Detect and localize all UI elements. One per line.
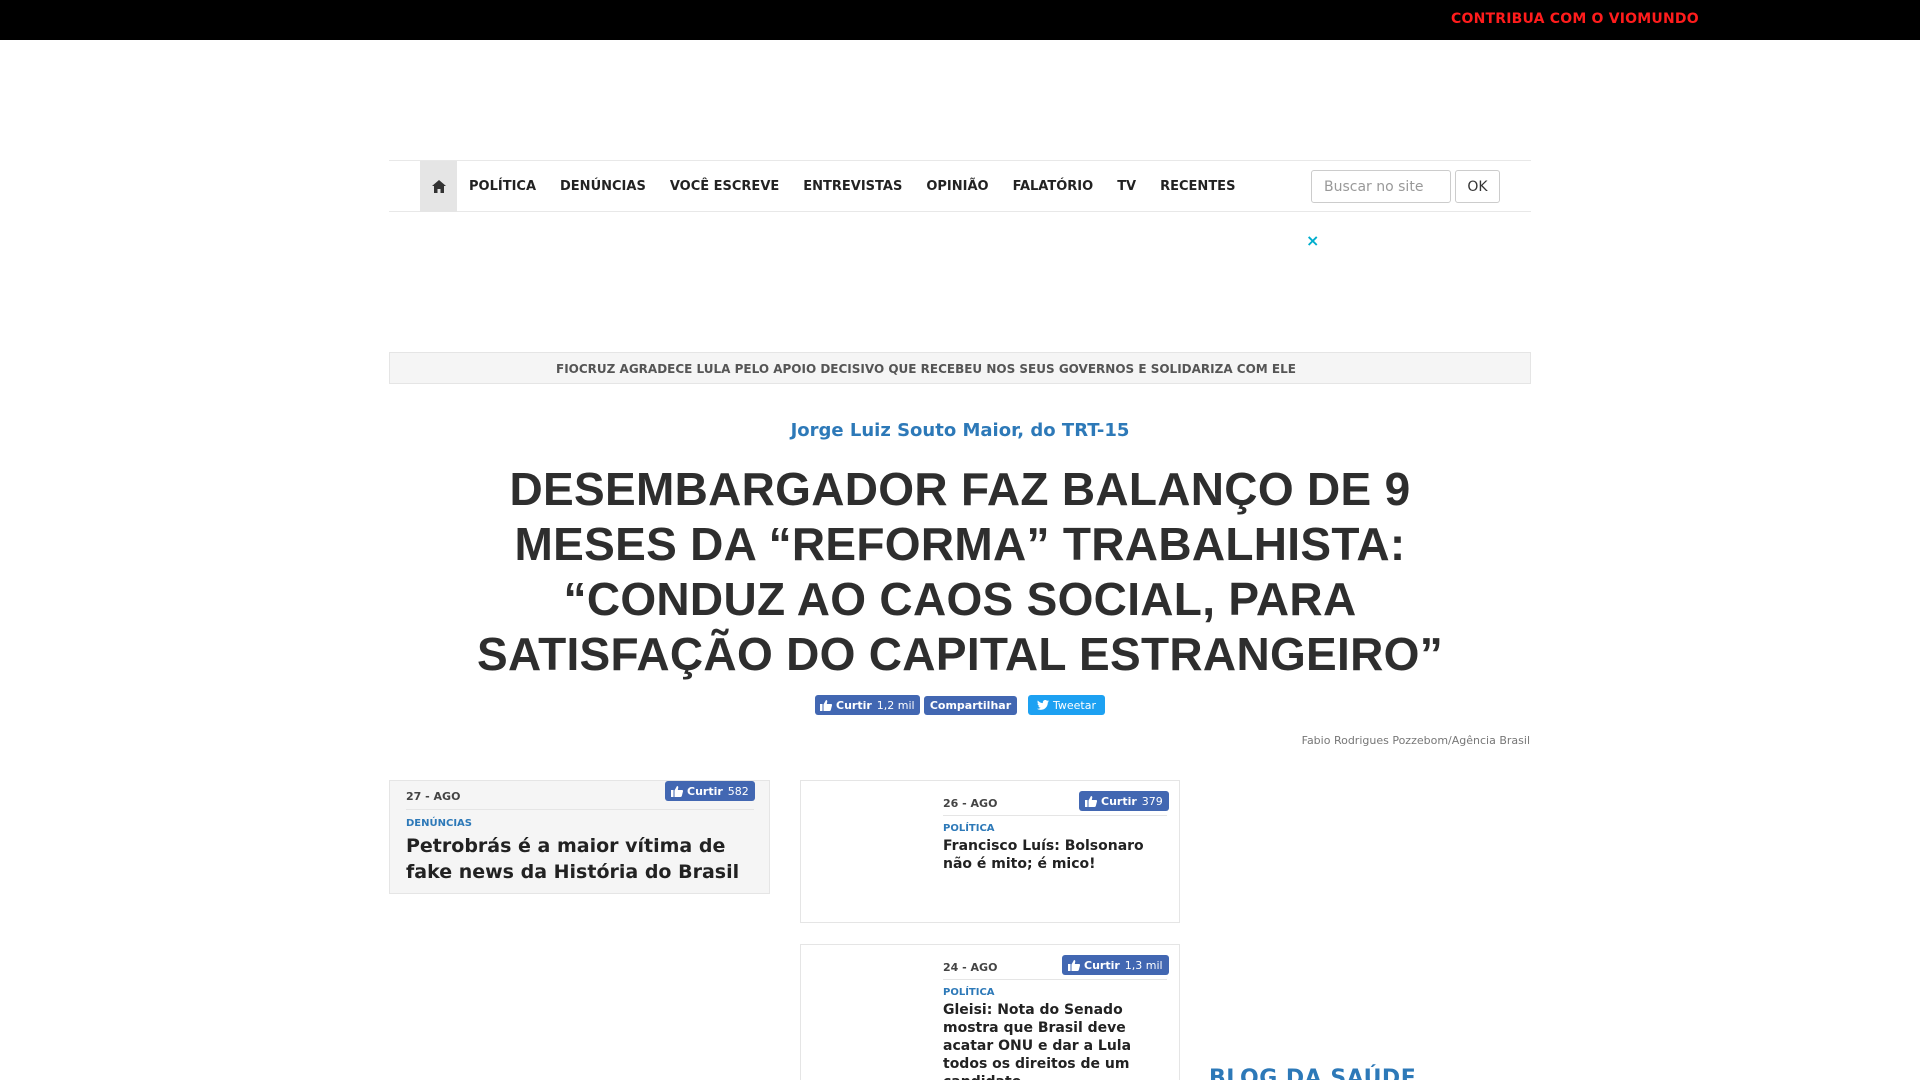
facebook-share-button[interactable]: Compartilhar (924, 696, 1017, 715)
read-also-ticker: LEIA TAMBÉM FIOCRUZ AGRADECE LULA PELO A… (389, 352, 1531, 384)
nav-item-denuncias[interactable]: DENÚNCIAS (560, 179, 646, 194)
like-count: 379 (1141, 794, 1163, 808)
nav-item-falatorio[interactable]: FALATÓRIO (1013, 179, 1094, 194)
facebook-like-count: 1,2 mil (876, 698, 915, 712)
ticker-label: LEIA TAMBÉM (432, 361, 537, 376)
home-icon (431, 180, 446, 193)
nav-home-button[interactable] (420, 161, 457, 212)
nav-item-entrevistas[interactable]: ENTREVISTAS (803, 179, 902, 194)
search-input[interactable] (1311, 170, 1451, 203)
related-card[interactable]: Curtir 1,3 mil 24 - AGO POLÍTICA Gleisi:… (800, 944, 1180, 1080)
card-date: 27 - AGO (406, 790, 461, 803)
like-count: 582 (727, 784, 749, 798)
facebook-like-button[interactable]: Curtir 1,3 mil (1062, 955, 1169, 975)
nav-item-recentes[interactable]: RECENTES (1160, 179, 1235, 194)
twitter-bird-icon (1036, 700, 1049, 710)
nav-items: POLÍTICA DENÚNCIAS VOCÊ ESCREVE ENTREVIS… (469, 161, 1259, 212)
facebook-like-button[interactable]: Curtir 379 (1079, 791, 1169, 811)
ad-close-icon[interactable]: × (1306, 231, 1319, 250)
card-category[interactable]: POLÍTICA (943, 823, 995, 834)
card-category[interactable]: DENÚNCIAS (406, 818, 472, 829)
search-button[interactable]: OK (1455, 170, 1500, 203)
card-divider (406, 809, 754, 810)
article-author[interactable]: Jorge Luiz Souto Maior, do TRT-15 (0, 420, 1920, 441)
card-title[interactable]: Francisco Luís: Bolsonaro não é mito; é … (943, 837, 1169, 873)
sidebar-heading[interactable]: BLOG DA SAÚDE (1209, 1066, 1416, 1080)
card-category[interactable]: POLÍTICA (943, 987, 995, 998)
facebook-like-button[interactable]: Curtir 1,2 mil (815, 695, 920, 715)
card-divider (943, 815, 1167, 816)
thumbs-up-icon (671, 785, 683, 797)
like-count: 1,3 mil (1124, 958, 1163, 972)
thumbs-up-icon (1085, 795, 1097, 807)
main-nav: POLÍTICA DENÚNCIAS VOCÊ ESCREVE ENTREVIS… (389, 160, 1531, 212)
tweet-label: Tweetar (1052, 698, 1096, 712)
nav-item-tv[interactable]: TV (1117, 179, 1136, 194)
card-date: 26 - AGO (943, 797, 998, 810)
like-label: Curtir (1101, 794, 1137, 808)
thumbs-up-icon (820, 699, 832, 711)
related-card[interactable]: 27 - AGO Curtir 582 DENÚNCIAS Petrobrás … (389, 780, 770, 894)
card-date: 24 - AGO (943, 961, 998, 974)
nav-item-politica[interactable]: POLÍTICA (469, 179, 536, 194)
facebook-like-label: Curtir (836, 698, 872, 712)
ticker-headline-link[interactable]: FIOCRUZ AGRADECE LULA PELO APOIO DECISIV… (556, 362, 1296, 376)
tweet-button[interactable]: Tweetar (1028, 695, 1105, 715)
card-title[interactable]: Petrobrás é a maior vítima de fake news … (406, 833, 762, 885)
photo-credit: Fabio Rodrigues Pozzebom/Agência Brasil (1301, 734, 1530, 747)
facebook-like-button[interactable]: Curtir 582 (665, 781, 755, 801)
card-divider (943, 979, 1167, 980)
contribute-link[interactable]: CONTRIBUA COM O VIOMUNDO (1451, 11, 1699, 27)
nav-item-opiniao[interactable]: OPINIÃO (926, 179, 988, 194)
top-bar: CONTRIBUA COM O VIOMUNDO (0, 0, 1920, 40)
article-headline: DESEMBARGADOR FAZ BALANÇO DE 9 MESES DA … (476, 463, 1444, 680)
like-label: Curtir (1084, 958, 1120, 972)
card-title[interactable]: Gleisi: Nota do Senado mostra que Brasil… (943, 1001, 1175, 1080)
ad-banner (600, 230, 1322, 330)
nav-item-voce-escreve[interactable]: VOCÊ ESCREVE (670, 179, 779, 194)
thumbs-up-icon (1068, 959, 1080, 971)
related-card[interactable]: Curtir 379 26 - AGO POLÍTICA Francisco L… (800, 780, 1180, 923)
like-label: Curtir (687, 784, 723, 798)
